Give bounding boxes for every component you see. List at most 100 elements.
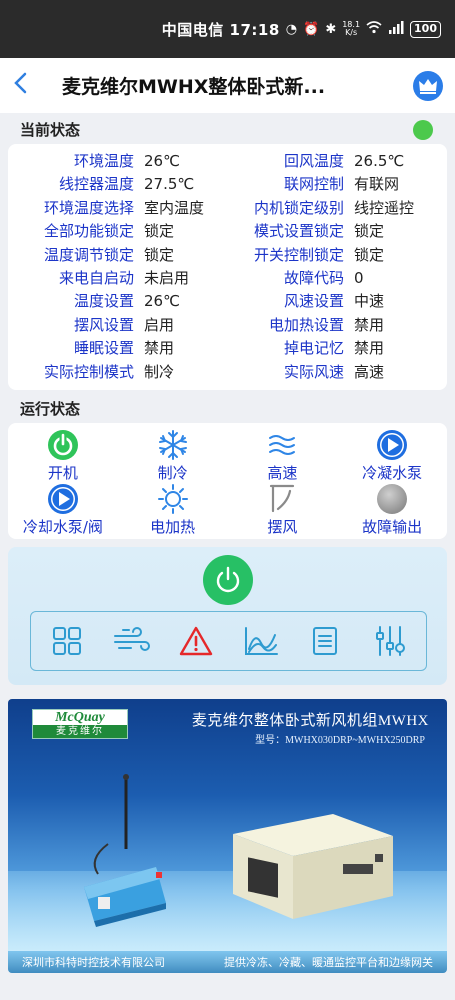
status-value: 未启用 bbox=[144, 268, 190, 287]
run-status-title: 运行状态 bbox=[20, 399, 81, 418]
app-header: 麦克维尔MWHX整体卧式新... bbox=[0, 58, 455, 113]
play-circle-icon bbox=[377, 429, 408, 460]
run-item-label: 冷却水泵/阀 bbox=[22, 517, 103, 536]
status-value: 锁定 bbox=[144, 222, 175, 241]
run-item-condensate-pump: 冷凝水泵 bbox=[337, 429, 447, 483]
current-status-title: 当前状态 bbox=[20, 121, 81, 139]
run-status-grid: 开机 制冷 高速 冷凝水泵 冷却水泵/阀 电加热 摆风 故障输出 bbox=[8, 423, 447, 539]
records-button[interactable] bbox=[304, 620, 346, 662]
status-label: 实际控制模式 bbox=[43, 362, 134, 381]
banner-footer: 深圳市科特时控技术有限公司 提供冷冻、冷藏、暖通监控平台和边缘网关 bbox=[8, 950, 447, 973]
status-label: 模式设置锁定 bbox=[253, 222, 344, 241]
brand-cn: 麦克维尔 bbox=[33, 724, 127, 738]
status-value: 有联网 bbox=[354, 175, 400, 194]
run-status-card: 开机 制冷 高速 冷凝水泵 冷却水泵/阀 电加热 摆风 故障输出 bbox=[8, 422, 447, 539]
trend-chart-icon bbox=[244, 626, 278, 655]
status-value: 禁用 bbox=[144, 339, 175, 358]
run-item-power-on: 开机 bbox=[8, 429, 118, 483]
status-value: 锁定 bbox=[144, 245, 175, 264]
run-item-fault-output: 故障输出 bbox=[337, 483, 447, 537]
current-status-card: 环境温度 26℃ 回风温度 26.5℃ 线控器温度 27.5℃ 联网控制 有联网 环境温度选择室… bbox=[8, 144, 447, 390]
settings-button[interactable] bbox=[369, 620, 411, 662]
run-item-cooling-pump: 冷却水泵/阀 bbox=[8, 483, 118, 537]
gray-dot-icon bbox=[377, 483, 408, 514]
current-status-header: 当前状态 bbox=[0, 113, 455, 144]
warning-icon bbox=[180, 626, 213, 656]
run-item-cooling: 制冷 bbox=[118, 429, 228, 483]
status-label: 温度调节锁定 bbox=[43, 245, 134, 264]
back-button[interactable] bbox=[12, 69, 52, 102]
status-label: 实际风速 bbox=[283, 362, 344, 381]
status-label: 环境温度 bbox=[73, 152, 134, 170]
online-status-dot bbox=[413, 119, 433, 140]
banner-title: 麦克维尔整体卧式新风机组MWHX bbox=[191, 712, 429, 729]
run-item-label: 电加热 bbox=[150, 517, 196, 536]
status-label: 环境温度选择 bbox=[43, 198, 134, 217]
run-item-label: 高速 bbox=[267, 463, 298, 482]
status-grid: 环境温度 26℃ 回风温度 26.5℃ 线控器温度 27.5℃ 联网控制 有联网 环境温度选择室… bbox=[8, 144, 447, 390]
play-circle-icon bbox=[47, 483, 78, 514]
status-value: 室内温度 bbox=[144, 198, 205, 217]
crown-icon bbox=[419, 78, 437, 94]
wind-icon bbox=[113, 626, 150, 651]
chevron-left-icon bbox=[14, 72, 27, 94]
run-item-label: 冷凝水泵 bbox=[362, 463, 423, 482]
status-value: 26℃ bbox=[144, 292, 180, 311]
carrier-time: 中国电信 17:18 bbox=[161, 20, 280, 39]
status-value: 0 bbox=[354, 268, 364, 287]
trend-button[interactable] bbox=[240, 620, 282, 662]
status-value: 锁定 bbox=[354, 245, 385, 264]
net-speed-unit: K/s bbox=[345, 28, 358, 37]
wifi-icon bbox=[366, 20, 382, 38]
crown-button[interactable] bbox=[413, 70, 443, 101]
page-title: 麦克维尔MWHX整体卧式新... bbox=[62, 76, 326, 98]
status-label: 开关控制锁定 bbox=[253, 245, 344, 264]
control-panel bbox=[8, 546, 447, 685]
status-label: 摆风设置 bbox=[73, 315, 134, 334]
brand-en: McQuay bbox=[55, 709, 105, 725]
fan-button[interactable] bbox=[111, 620, 153, 662]
run-item-high-speed: 高速 bbox=[228, 429, 338, 483]
run-item-label: 摆风 bbox=[267, 517, 298, 536]
status-value: 锁定 bbox=[354, 222, 385, 241]
settings-sliders-icon bbox=[375, 625, 405, 656]
status-label: 风速设置 bbox=[283, 292, 344, 311]
run-item-label: 故障输出 bbox=[362, 517, 423, 536]
status-label: 内机锁定级别 bbox=[253, 198, 344, 217]
status-label: 联网控制 bbox=[283, 175, 344, 194]
tool-bar bbox=[30, 610, 427, 671]
status-value: 26.5℃ bbox=[354, 152, 405, 170]
status-label: 线控器温度 bbox=[58, 175, 134, 194]
net-speed: 18.1 K/s bbox=[342, 21, 360, 37]
banner-model: 型号：MWHX030DRP~MWHX250DRP bbox=[255, 734, 425, 746]
signal-icon bbox=[388, 20, 404, 38]
status-value: 中速 bbox=[354, 292, 385, 311]
product-banner: McQuay 麦克维尔 麦克维尔整体卧式新风机组MWHX 型号：MWHX030D… bbox=[8, 698, 447, 973]
run-item-label: 制冷 bbox=[157, 463, 188, 482]
run-item-label: 开机 bbox=[47, 463, 78, 482]
power-icon bbox=[216, 566, 240, 593]
status-label: 电加热设置 bbox=[268, 315, 344, 334]
list-icon bbox=[313, 626, 338, 655]
status-value: 禁用 bbox=[354, 339, 385, 358]
company-name: 深圳市科特时控技术有限公司 bbox=[22, 956, 165, 969]
status-label: 故障代码 bbox=[283, 268, 344, 287]
overview-button[interactable] bbox=[46, 620, 88, 662]
status-label: 来电自启动 bbox=[58, 268, 134, 287]
power-on-icon bbox=[47, 429, 78, 460]
status-value: 禁用 bbox=[354, 315, 385, 334]
sun-icon bbox=[157, 483, 188, 514]
status-value: 线控遥控 bbox=[354, 198, 415, 217]
swing-icon bbox=[270, 484, 295, 513]
company-slogan: 提供冷冻、冷藏、暖通监控平台和边缘网关 bbox=[224, 956, 433, 969]
gateway-device-image bbox=[84, 773, 166, 927]
power-button[interactable] bbox=[203, 554, 253, 605]
clock-icon: ◔ bbox=[285, 21, 298, 37]
alarm-button[interactable] bbox=[175, 620, 217, 662]
air-unit-image bbox=[233, 813, 393, 919]
status-value: 启用 bbox=[144, 315, 175, 334]
run-status-header: 运行状态 bbox=[0, 390, 455, 423]
status-value: 制冷 bbox=[144, 362, 175, 381]
status-label: 回风温度 bbox=[283, 152, 344, 170]
snowflake-icon bbox=[158, 429, 187, 460]
